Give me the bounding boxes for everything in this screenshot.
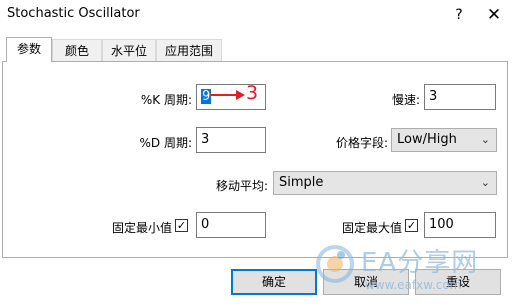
fixed-min-input[interactable]: 0 — [196, 212, 266, 238]
tab-visualization[interactable]: 应用范围 — [156, 39, 222, 61]
slowing-input[interactable]: 3 — [424, 84, 496, 110]
watermark-logo-icon — [316, 245, 354, 283]
window-title: Stochastic Oscillator — [7, 6, 140, 21]
annotation-arrow-icon — [210, 90, 245, 100]
close-button[interactable]: ✕ — [482, 3, 506, 27]
k-period-label: %K 周期: — [140, 93, 192, 107]
fixed-max-input[interactable]: 100 — [424, 212, 496, 238]
price-field-label: 价格字段: — [335, 136, 388, 150]
fixed-min-label: 固定最小值 — [111, 221, 172, 235]
annotation-text: 3 — [246, 82, 259, 104]
chevron-down-icon: ⌄ — [480, 176, 490, 189]
ma-method-label: 移动平均: — [215, 179, 268, 193]
d-period-input[interactable]: 3 — [196, 127, 266, 153]
price-field-select[interactable]: Low/High ⌄ — [391, 128, 497, 152]
title-bar: Stochastic Oscillator ? ✕ — [0, 0, 512, 30]
fixed-min-checkbox[interactable]: ✓ — [175, 219, 188, 232]
watermark: EA分享网 www.eafxw.com — [305, 236, 510, 304]
tab-params[interactable]: 参数 — [6, 37, 52, 62]
fixed-max-checkbox[interactable]: ✓ — [405, 219, 418, 232]
ma-method-value: Simple — [279, 175, 324, 190]
tab-colors[interactable]: 颜色 — [52, 39, 102, 61]
d-period-label: %D 周期: — [139, 136, 192, 150]
help-button[interactable]: ? — [448, 4, 470, 26]
price-field-value: Low/High — [397, 132, 457, 147]
slowing-label: 慢速: — [391, 93, 420, 107]
watermark-url: www.eafxw.com — [365, 278, 462, 292]
chevron-down-icon: ⌄ — [480, 133, 490, 146]
fixed-max-label: 固定最大值 — [341, 221, 402, 235]
ma-method-select[interactable]: Simple ⌄ — [273, 171, 497, 195]
watermark-text: EA分享网 — [361, 248, 479, 278]
tab-levels[interactable]: 水平位 — [102, 39, 156, 61]
